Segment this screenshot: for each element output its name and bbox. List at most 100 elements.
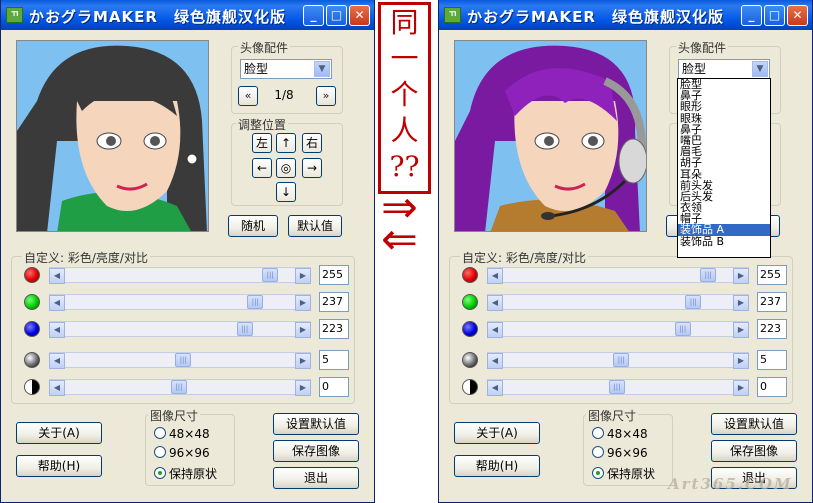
- arrow-left-icon[interactable]: ◀: [49, 322, 65, 338]
- size-radio-48[interactable]: 48×48: [154, 427, 210, 443]
- size-radio-original[interactable]: 保持原状: [154, 465, 217, 481]
- dropdown-option[interactable]: 装饰品 B: [678, 236, 770, 247]
- dropdown-option[interactable]: 脸型: [678, 79, 770, 90]
- maximize-button[interactable]: □: [326, 5, 347, 26]
- dropdown-option[interactable]: 衣领: [678, 202, 770, 213]
- radio-icon[interactable]: [592, 427, 604, 439]
- red-value-field[interactable]: 255: [757, 265, 787, 285]
- size-radio-original[interactable]: 保持原状: [592, 465, 655, 481]
- dropdown-option[interactable]: 装饰品 A: [678, 224, 770, 236]
- slider-thumb[interactable]: |||: [236, 322, 253, 336]
- dropdown-option[interactable]: 鼻子: [678, 90, 770, 101]
- arrow-right-icon[interactable]: ▶: [295, 353, 311, 369]
- move-left-text-button[interactable]: 左: [252, 133, 272, 153]
- move-up-button[interactable]: ↑: [276, 133, 296, 153]
- radio-icon[interactable]: [592, 467, 604, 479]
- brightness-slider[interactable]: ◀ ||| ▶: [487, 352, 749, 369]
- minimize-button[interactable]: _: [303, 5, 324, 26]
- close-button[interactable]: ✕: [349, 5, 370, 26]
- blue-value-field[interactable]: 223: [757, 319, 787, 339]
- dropdown-option[interactable]: 眼形: [678, 101, 770, 112]
- arrow-right-icon[interactable]: ▶: [733, 295, 749, 311]
- radio-icon[interactable]: [154, 467, 166, 479]
- maximize-button[interactable]: □: [764, 5, 785, 26]
- about-button[interactable]: 关于(A): [454, 422, 540, 444]
- title-bar[interactable]: ㄲ かおグラMAKER 绿色旗舰汉化版 _ □ ✕: [439, 0, 812, 30]
- part-select[interactable]: 脸型 ▼: [678, 59, 770, 79]
- dropdown-option[interactable]: 前头发: [678, 180, 770, 191]
- exit-button[interactable]: 退出: [273, 467, 359, 489]
- size-radio-48[interactable]: 48×48: [592, 427, 648, 443]
- arrow-right-icon[interactable]: ▶: [295, 380, 311, 396]
- chevron-down-icon[interactable]: ▼: [314, 61, 330, 77]
- red-slider[interactable]: ◀ ||| ▶: [49, 267, 311, 284]
- size-radio-96[interactable]: 96×96: [154, 446, 210, 462]
- blue-slider[interactable]: ◀ ||| ▶: [487, 321, 749, 338]
- set-default-button[interactable]: 设置默认值: [711, 413, 797, 435]
- arrow-right-icon[interactable]: ▶: [733, 322, 749, 338]
- dropdown-option[interactable]: 眼珠: [678, 113, 770, 124]
- slider-thumb[interactable]: |||: [685, 295, 702, 309]
- arrow-right-icon[interactable]: ▶: [733, 380, 749, 396]
- size-radio-96[interactable]: 96×96: [592, 446, 648, 462]
- radio-icon[interactable]: [154, 427, 166, 439]
- prev-page-button[interactable]: «: [238, 86, 258, 106]
- arrow-right-icon[interactable]: ▶: [295, 322, 311, 338]
- center-button[interactable]: ◎: [276, 158, 296, 178]
- save-image-button[interactable]: 保存图像: [273, 440, 359, 462]
- move-right-button[interactable]: →: [302, 158, 322, 178]
- dropdown-option[interactable]: 嘴巴: [678, 135, 770, 146]
- radio-icon[interactable]: [592, 446, 604, 458]
- arrow-left-icon[interactable]: ◀: [487, 268, 503, 284]
- arrow-left-icon[interactable]: ◀: [487, 353, 503, 369]
- help-button[interactable]: 帮助(H): [454, 455, 540, 477]
- dropdown-option[interactable]: 后头发: [678, 191, 770, 202]
- save-image-button[interactable]: 保存图像: [711, 440, 797, 462]
- slider-thumb[interactable]: |||: [247, 295, 264, 309]
- blue-value-field[interactable]: 223: [319, 319, 349, 339]
- dropdown-option[interactable]: 耳朵: [678, 169, 770, 180]
- blue-slider[interactable]: ◀ ||| ▶: [49, 321, 311, 338]
- move-left-button[interactable]: ←: [252, 158, 272, 178]
- dropdown-option[interactable]: 鼻子: [678, 124, 770, 135]
- contrast-value-field[interactable]: 0: [319, 377, 349, 397]
- arrow-left-icon[interactable]: ◀: [49, 295, 65, 311]
- slider-thumb[interactable]: |||: [171, 380, 187, 394]
- red-slider[interactable]: ◀ ||| ▶: [487, 267, 749, 284]
- arrow-left-icon[interactable]: ◀: [49, 353, 65, 369]
- arrow-right-icon[interactable]: ▶: [295, 268, 311, 284]
- arrow-right-icon[interactable]: ▶: [733, 353, 749, 369]
- dropdown-option[interactable]: 眉毛: [678, 146, 770, 157]
- contrast-slider[interactable]: ◀ ||| ▶: [49, 379, 311, 396]
- chevron-down-icon[interactable]: ▼: [752, 61, 768, 77]
- arrow-right-icon[interactable]: ▶: [295, 295, 311, 311]
- red-value-field[interactable]: 255: [319, 265, 349, 285]
- slider-thumb[interactable]: |||: [609, 380, 625, 394]
- arrow-left-icon[interactable]: ◀: [49, 268, 65, 284]
- default-button[interactable]: 默认值: [288, 215, 342, 237]
- about-button[interactable]: 关于(A): [16, 422, 102, 444]
- arrow-right-icon[interactable]: ▶: [733, 268, 749, 284]
- help-button[interactable]: 帮助(H): [16, 455, 102, 477]
- brightness-value-field[interactable]: 5: [757, 350, 787, 370]
- slider-thumb[interactable]: |||: [262, 268, 279, 282]
- part-dropdown-list[interactable]: 脸型 鼻子 眼形 眼珠 鼻子 嘴巴 眉毛 胡子 耳朵 前头发 后头发 衣领 帽子 装饰品 A 装饰品 B: [677, 78, 771, 258]
- green-value-field[interactable]: 237: [757, 292, 787, 312]
- next-page-button[interactable]: »: [316, 86, 336, 106]
- contrast-slider[interactable]: ◀ ||| ▶: [487, 379, 749, 396]
- arrow-left-icon[interactable]: ◀: [487, 380, 503, 396]
- slider-thumb[interactable]: |||: [700, 268, 717, 282]
- move-right-text-button[interactable]: 右: [302, 133, 322, 153]
- dropdown-option[interactable]: 胡子: [678, 157, 770, 168]
- slider-thumb[interactable]: |||: [175, 353, 192, 367]
- dropdown-option[interactable]: 帽子: [678, 213, 770, 224]
- green-slider[interactable]: ◀ ||| ▶: [49, 294, 311, 311]
- set-default-button[interactable]: 设置默认值: [273, 413, 359, 435]
- arrow-left-icon[interactable]: ◀: [487, 295, 503, 311]
- radio-icon[interactable]: [154, 446, 166, 458]
- slider-thumb[interactable]: |||: [674, 322, 691, 336]
- arrow-left-icon[interactable]: ◀: [49, 380, 65, 396]
- close-button[interactable]: ✕: [787, 5, 808, 26]
- green-value-field[interactable]: 237: [319, 292, 349, 312]
- contrast-value-field[interactable]: 0: [757, 377, 787, 397]
